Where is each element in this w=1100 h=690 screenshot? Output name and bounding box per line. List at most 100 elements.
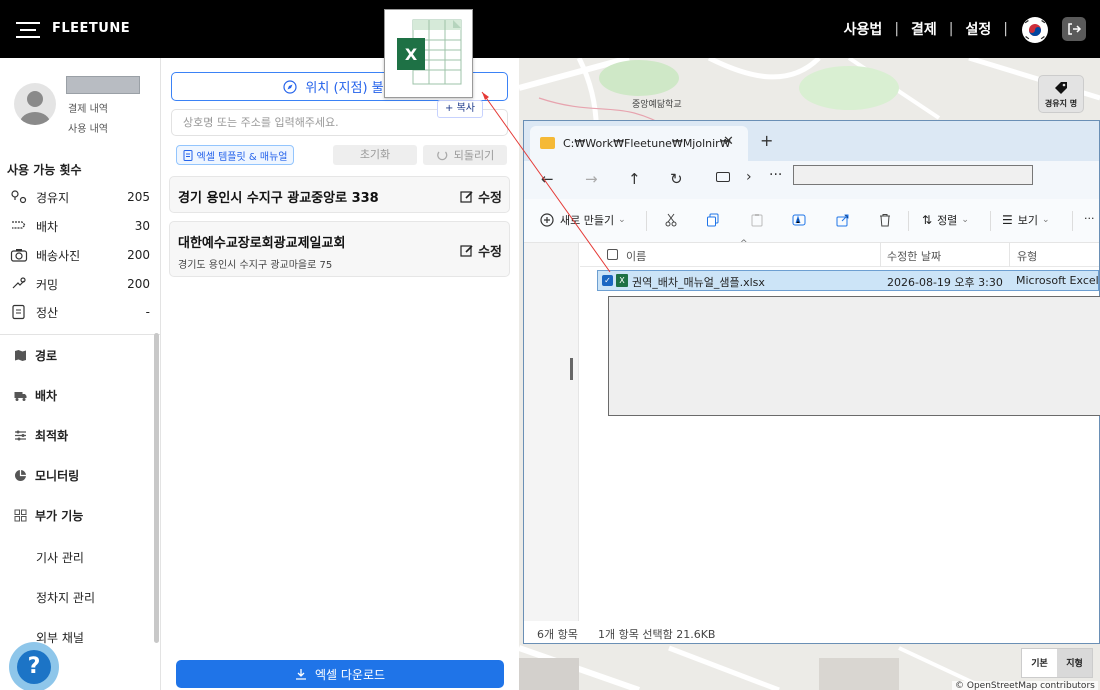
column-type[interactable]: 유형 (1017, 248, 1037, 264)
excel-download-button[interactable]: 엑셀 다운로드 (176, 660, 504, 688)
column-separator[interactable] (880, 243, 881, 267)
count-row-dispatch: 배차 30 (10, 215, 150, 237)
sidebar-item-optimize[interactable]: 최적화 (14, 425, 68, 445)
edit-button[interactable]: 수정 (460, 241, 502, 260)
explorer-tab[interactable]: C:₩Work₩Fleetune₩Mjolnir₩ ✕ (530, 126, 748, 161)
payment-history-link[interactable]: 결제 내역 (68, 100, 108, 115)
trash-icon[interactable] (878, 213, 892, 227)
up-icon[interactable]: ↑ (628, 170, 641, 188)
cut-icon[interactable] (664, 213, 678, 227)
nav-usage[interactable]: 사용법 (832, 19, 895, 39)
column-modified[interactable]: 수정한 날짜 (887, 248, 941, 264)
map-place-label: 중앙예닮학교 (632, 100, 682, 110)
explorer-tab-bar: C:₩Work₩Fleetune₩Mjolnir₩ ✕ + (524, 121, 1099, 161)
map-attribution[interactable]: © OpenStreetMap contributors (952, 681, 1098, 690)
new-button[interactable]: 새로 만들기 ⌄ (540, 212, 626, 228)
dispatch-icon (12, 221, 26, 229)
rename-icon[interactable] (792, 213, 806, 227)
edit-button[interactable]: 수정 (460, 187, 502, 206)
help-button[interactable]: ? (9, 642, 59, 690)
nav-settings[interactable]: 설정 (954, 19, 1004, 39)
logout-icon[interactable] (1062, 17, 1086, 41)
file-modified: 2026-08-19 오후 3:30 (887, 276, 1003, 289)
truck-icon (14, 391, 27, 401)
usage-history-link[interactable]: 사용 내역 (68, 120, 108, 135)
edit-icon (460, 244, 473, 257)
file-list-header: 이름 ^ 수정한 날짜 유형 (580, 239, 1099, 267)
excel-file-icon: X (616, 274, 628, 287)
sidebar-scrollbar[interactable] (154, 333, 159, 643)
reset-button[interactable]: 초기화 (333, 145, 417, 165)
sidebar-item-route[interactable]: 경로 (14, 345, 57, 365)
folder-icon (540, 137, 555, 149)
location-card-address: 경기도 용인시 수지구 광교마을로 75 (178, 260, 333, 271)
column-name[interactable]: 이름 (626, 248, 646, 264)
count-row-settlement: 정산 - (10, 301, 150, 323)
file-row-selected[interactable]: ✓ X 권역_배차_매뉴얼_샘플.xlsx 2026-08-19 오후 3:30… (597, 270, 1100, 291)
sidebar-item-monitoring[interactable]: 모니터링 (14, 465, 79, 485)
user-name-redacted (66, 76, 140, 94)
refresh-icon[interactable]: ↻ (670, 170, 683, 188)
file-type: Microsoft Excel ... (1016, 274, 1100, 287)
navigation-pane-scrollbar[interactable] (570, 358, 573, 380)
location-card[interactable]: 대한예수교장로회광교제일교회 경기도 용인시 수지구 광교마을로 75 수정 (169, 221, 510, 277)
copy-icon[interactable] (706, 213, 720, 227)
select-all-checkbox[interactable] (607, 249, 618, 260)
navigation-pane[interactable] (524, 243, 579, 621)
redacted-file-list (608, 296, 1100, 416)
explorer-status-bar: 6개 항목 1개 항목 선택함 21.6KB (524, 621, 1099, 643)
count-value: 200 (127, 248, 150, 262)
view-icon: ☰ (1002, 213, 1013, 227)
top-bar: FLEETUNE 사용법 | 결제 | 설정 | (0, 0, 1100, 58)
sort-icon: ⇅ (922, 213, 933, 227)
undo-button[interactable]: 되돌리기 (423, 145, 507, 165)
grid-icon (14, 509, 27, 521)
count-value: 30 (134, 219, 150, 233)
nav-separator: | (1003, 21, 1008, 37)
location-card[interactable]: 경기 용인시 수지구 광교중앙로 338 수정 (169, 176, 510, 213)
sort-button[interactable]: ⇅ 정렬 ⌄ (922, 212, 969, 228)
sidebar-item-dispatch[interactable]: 배차 (14, 385, 57, 405)
count-label: 경유지 (36, 190, 70, 205)
this-pc-icon[interactable] (716, 172, 730, 182)
view-button[interactable]: ☰ 보기 ⌄ (1002, 212, 1050, 228)
column-separator[interactable] (1009, 243, 1010, 267)
receipt-icon (12, 304, 25, 320)
map-type-terrain[interactable]: 지형 (1057, 649, 1092, 677)
sidebar-divider (0, 334, 160, 335)
toolbar-separator (1072, 211, 1073, 231)
back-icon[interactable]: ← (541, 170, 554, 188)
waypoint-icon (11, 190, 27, 204)
sidebar-subitem-drivers[interactable]: 기사 관리 (36, 549, 84, 566)
address-path-redacted[interactable] (793, 165, 1033, 185)
count-row-photo: 배송사진 200 (10, 244, 150, 266)
hamburger-menu-icon[interactable] (16, 22, 40, 38)
new-tab-icon[interactable]: + (760, 131, 773, 150)
row-checkbox[interactable]: ✓ (602, 275, 613, 286)
location-card-title: 대한예수교장로회광교제일교회 (178, 236, 346, 251)
map-type-switch: 기본 지형 (1021, 648, 1093, 678)
breadcrumb-more-icon[interactable]: ··· (769, 167, 782, 183)
close-tab-icon[interactable]: ✕ (723, 134, 734, 149)
nav-payment[interactable]: 결제 (899, 19, 949, 39)
sidebar-item-label: 배차 (35, 388, 58, 403)
edit-label: 수정 (478, 245, 502, 260)
map-type-basic[interactable]: 기본 (1022, 649, 1057, 677)
copy-badge: + 복사 (437, 100, 483, 118)
sidebar-subitem-stops[interactable]: 정차지 관리 (36, 589, 95, 606)
paste-icon[interactable] (750, 213, 764, 227)
sort-label: 정렬 (937, 214, 958, 227)
forward-icon[interactable]: → (585, 170, 598, 188)
more-options-button[interactable]: ··· (1084, 212, 1095, 225)
excel-drag-preview[interactable]: X (384, 9, 473, 98)
compass-icon (283, 79, 298, 94)
avatar[interactable] (14, 83, 56, 125)
sidebar-item-addons[interactable]: 부가 기능 (14, 505, 83, 525)
korea-flag-icon[interactable] (1022, 17, 1048, 43)
share-icon[interactable] (836, 213, 850, 227)
excel-template-button[interactable]: 엑셀 템플릿 & 매뉴얼 (176, 145, 294, 165)
toolbar-separator (990, 211, 991, 231)
svg-text:X: X (405, 45, 418, 64)
count-value: - (145, 305, 150, 319)
waypoint-name-toggle[interactable]: 경유지 명 (1038, 75, 1084, 113)
